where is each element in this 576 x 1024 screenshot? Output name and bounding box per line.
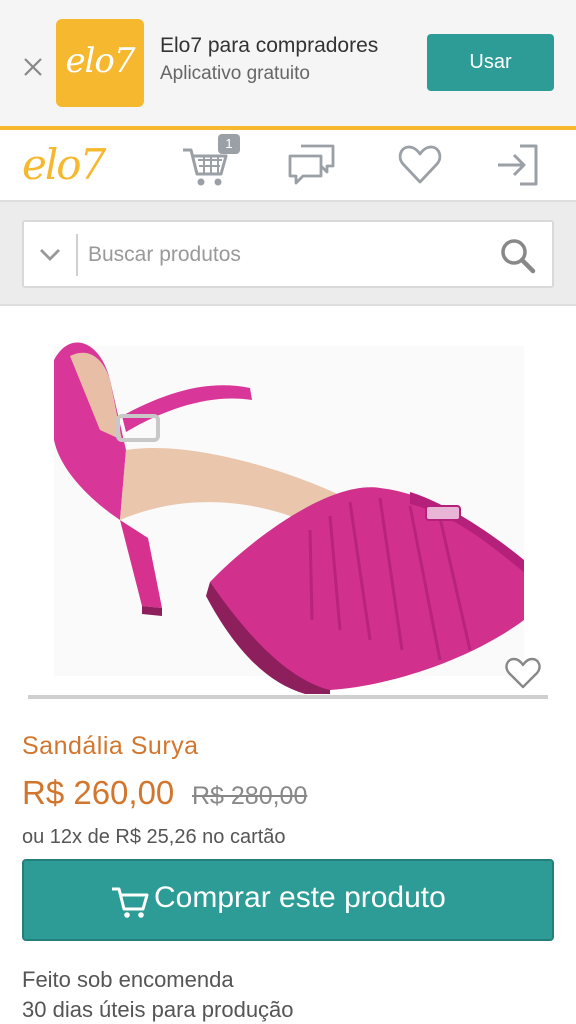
- cart-icon: [112, 887, 149, 918]
- search-divider: [76, 234, 78, 276]
- search-box: [22, 220, 554, 288]
- search-icon[interactable]: [498, 236, 538, 276]
- product-name: Sandália Surya: [22, 732, 199, 760]
- app-logo: elo7: [56, 19, 144, 107]
- heart-icon[interactable]: [395, 142, 445, 188]
- product-image[interactable]: [30, 320, 546, 694]
- old-price: R$ 280,00: [192, 782, 308, 810]
- app-install-banner: elo7 Elo7 para compradores Aplicativo gr…: [0, 0, 576, 126]
- banner-title: Elo7 para compradores: [160, 34, 379, 57]
- favorite-heart-icon[interactable]: [504, 656, 542, 690]
- installments-info: ou 12x de R$ 25,26 no cartão: [22, 826, 286, 848]
- chevron-down-icon[interactable]: [36, 240, 64, 268]
- search-area: [0, 200, 576, 306]
- use-app-button[interactable]: Usar: [427, 34, 554, 91]
- current-price: R$ 260,00: [22, 774, 175, 811]
- buy-product-button[interactable]: Comprar este produto: [22, 859, 554, 941]
- app-logo-text: elo7: [65, 41, 135, 81]
- chat-icon[interactable]: [287, 142, 337, 188]
- image-carousel-indicator: [28, 695, 548, 699]
- site-logo[interactable]: elo7: [22, 140, 106, 189]
- banner-subtitle: Aplicativo gratuito: [160, 63, 310, 84]
- buy-button-label: Comprar este produto: [154, 881, 446, 914]
- search-input[interactable]: [88, 236, 488, 274]
- close-icon[interactable]: [18, 52, 48, 82]
- cart-count-badge: 1: [218, 134, 240, 154]
- production-time-text: 30 dias úteis para produção: [22, 997, 294, 1022]
- site-header: elo7 1: [0, 130, 576, 200]
- login-icon[interactable]: [494, 142, 544, 188]
- made-to-order-text: Feito sob encomenda: [22, 967, 234, 992]
